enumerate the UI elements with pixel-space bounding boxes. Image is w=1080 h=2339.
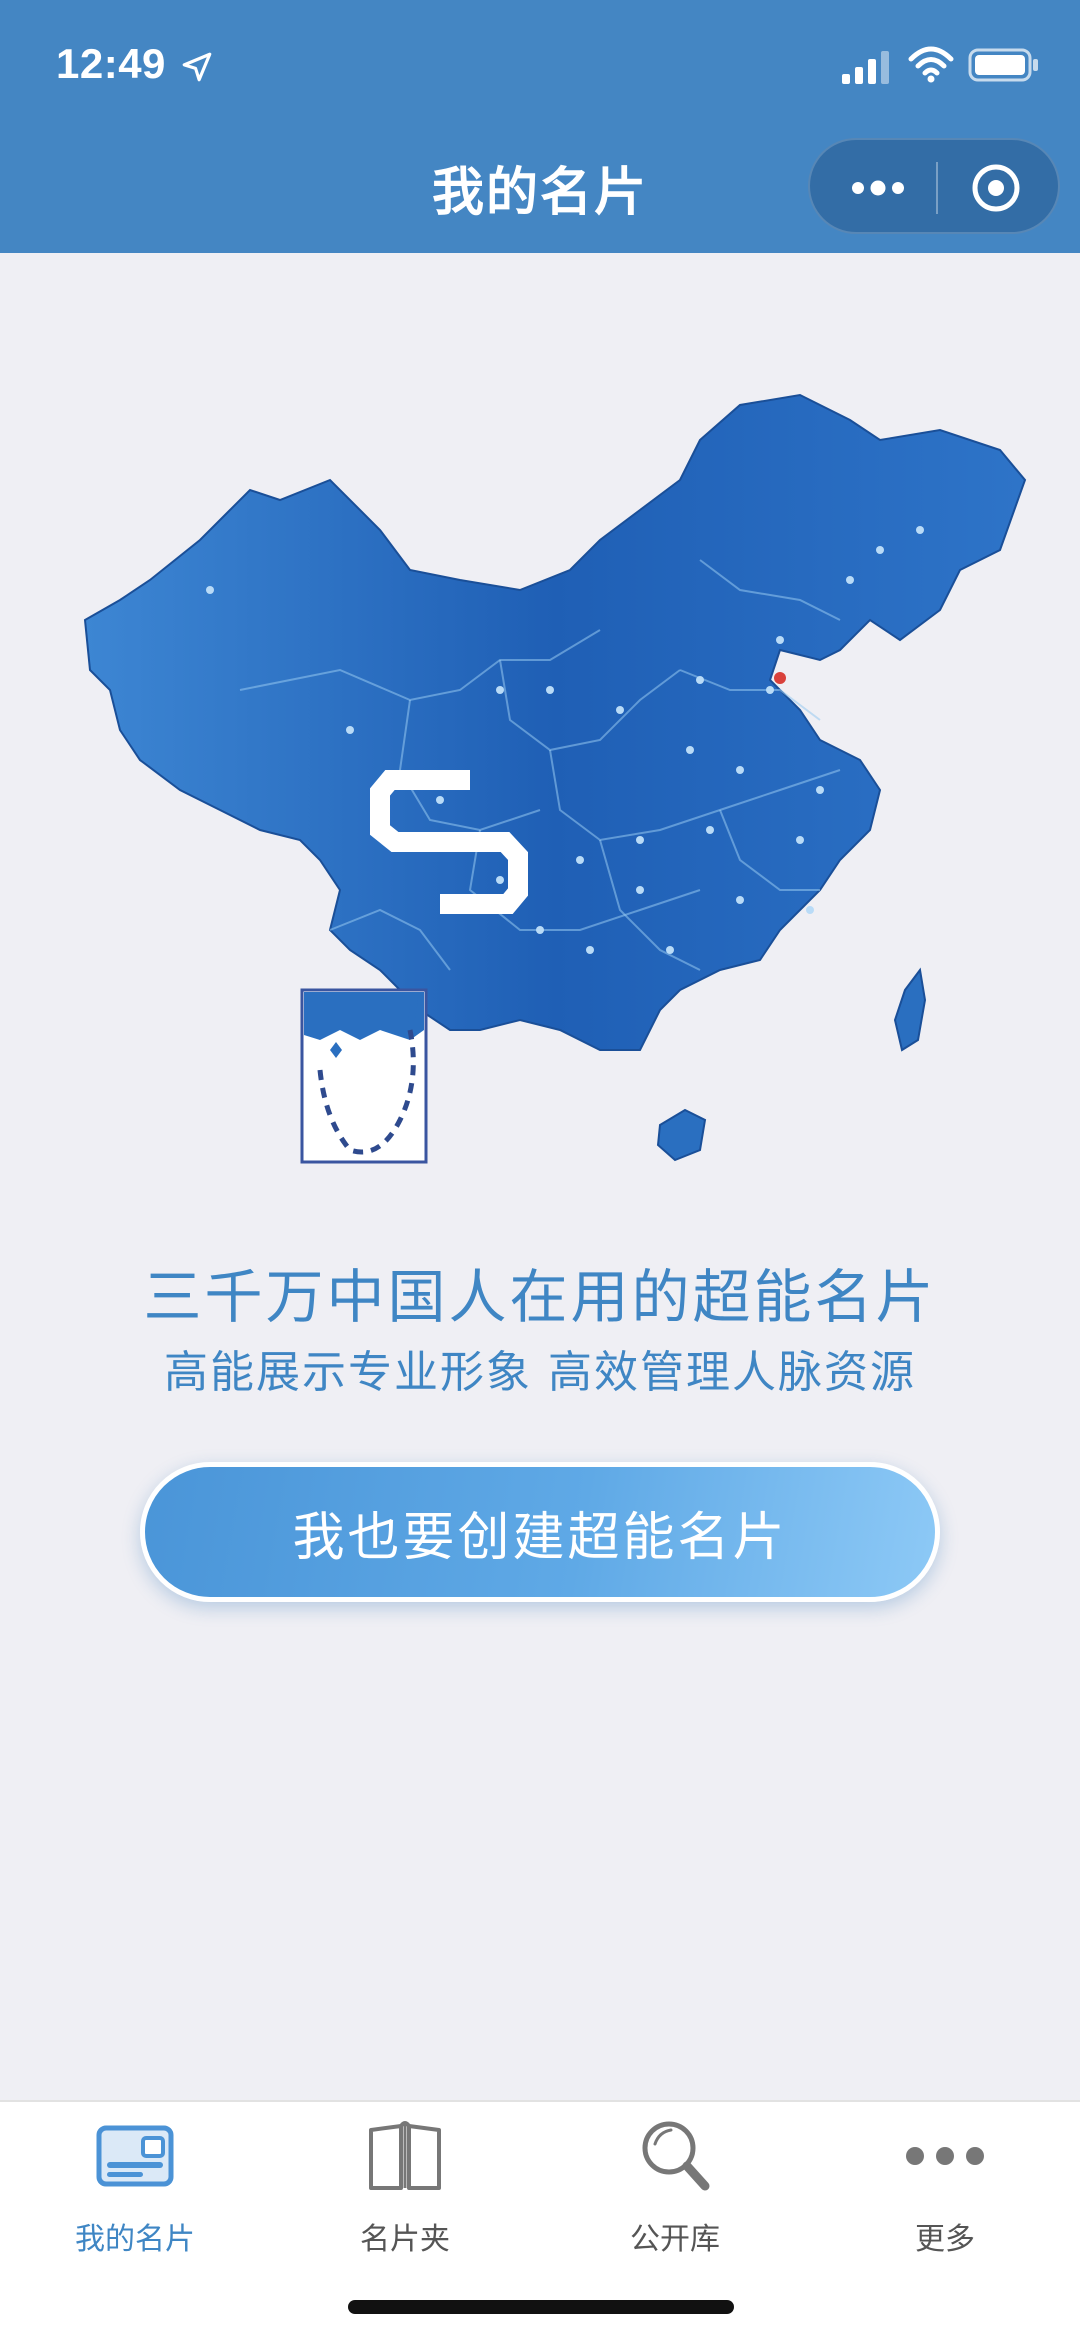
card-icon: [96, 2125, 174, 2187]
capital-marker: [774, 672, 786, 684]
more-dots-icon: [906, 2147, 984, 2165]
taiwan-shape: [893, 967, 927, 1052]
tab-card-holder[interactable]: 名片夹: [270, 2116, 540, 2266]
close-mini-program-icon[interactable]: [970, 162, 1022, 214]
status-time: 12:49: [56, 40, 166, 87]
mainland-shape: [83, 393, 1027, 1051]
search-icon: [642, 2121, 710, 2191]
battery-icon: [968, 48, 1038, 82]
south-sea-inset: [300, 988, 428, 1164]
tab-label: 更多: [915, 2222, 975, 2257]
app-header: 12:49 我的名片: [0, 0, 1080, 253]
tab-more[interactable]: 更多: [810, 2116, 1080, 2266]
wifi-icon: [908, 46, 954, 83]
tab-label: 我的名片: [75, 2222, 195, 2257]
slogan-main: 三千万中国人在用的超能名片: [143, 1263, 937, 1331]
hainan-shape: [656, 1108, 707, 1162]
tab-label: 名片夹: [360, 2222, 450, 2257]
china-map-illustration: [83, 393, 1027, 1164]
create-card-button[interactable]: 我也要创建超能名片: [140, 1462, 940, 1602]
slogan-sub: 高能展示专业形象 高效管理人脉资源: [164, 1347, 916, 1398]
more-options-icon[interactable]: [848, 168, 908, 208]
book-icon: [369, 2121, 441, 2190]
mini-program-capsule: [808, 138, 1060, 234]
tab-my-card[interactable]: 我的名片: [0, 2116, 270, 2266]
signal-icon: [842, 51, 889, 84]
tab-label: 公开库: [630, 2222, 720, 2257]
home-indicator[interactable]: [348, 2300, 734, 2314]
tab-public-library[interactable]: 公开库: [540, 2116, 810, 2266]
capsule-divider: [936, 162, 938, 214]
location-arrow-icon: [182, 52, 212, 82]
